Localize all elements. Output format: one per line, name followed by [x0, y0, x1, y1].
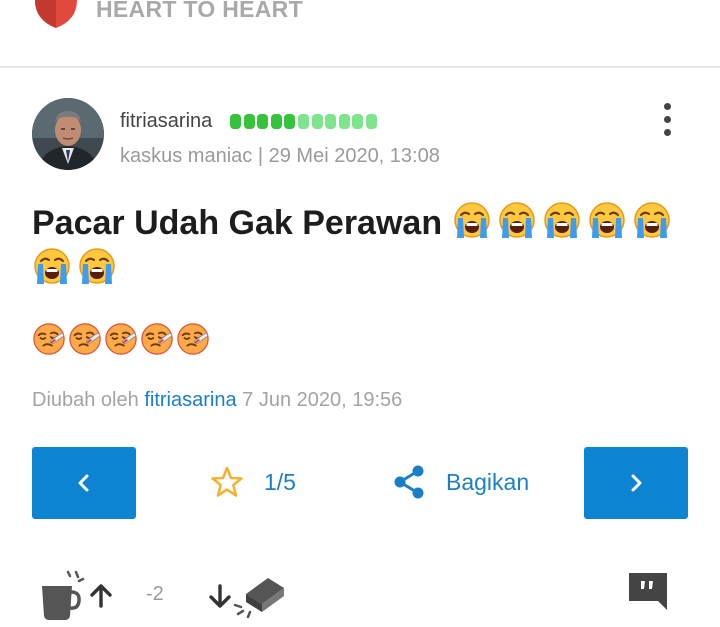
- thermometer-face-emoji: [68, 322, 102, 356]
- meta-separator: |: [257, 145, 264, 167]
- crying-face-emoji: [542, 200, 582, 240]
- cendol-cup-icon[interactable]: [38, 570, 86, 622]
- heart-shield-icon[interactable]: [33, 0, 79, 28]
- reputation-segment: [311, 114, 323, 129]
- edited-note: Diubah oleh fitriasarina 7 Jun 2020, 19:…: [32, 389, 402, 412]
- reputation-segment: [257, 114, 269, 129]
- post-body-emoji: [32, 322, 210, 356]
- crying-face-emoji: [632, 200, 672, 240]
- crying-face-emoji: [497, 200, 537, 240]
- post-title-text: Pacar Udah Gak Perawan: [32, 204, 443, 242]
- crying-face-emoji: [452, 200, 492, 240]
- star-icon: [211, 466, 243, 497]
- more-vert-icon[interactable]: [656, 100, 680, 140]
- bata-brick-icon[interactable]: [232, 572, 288, 622]
- chevron-left-icon: [78, 474, 89, 492]
- edited-prefix: Diubah oleh: [32, 389, 139, 411]
- next-post-button[interactable]: [584, 447, 688, 519]
- post-meta: kaskus maniac | 29 Mei 2020, 13:08: [120, 145, 440, 168]
- reputation-segment: [297, 114, 309, 129]
- reputation-segment: [365, 114, 377, 129]
- reputation-bar: [230, 114, 377, 130]
- share-label: Bagikan: [446, 468, 530, 495]
- crying-face-emoji: [587, 200, 627, 240]
- upvote-arrow-icon[interactable]: [88, 582, 114, 608]
- reputation-segment: [284, 114, 296, 129]
- app-header: HEART TO HEART: [0, 0, 720, 68]
- reputation-segment: [352, 114, 364, 129]
- page-count: 1/5: [264, 468, 296, 495]
- reputation-segment: [338, 114, 350, 129]
- thermometer-face-emoji: [32, 322, 66, 356]
- post-date: 29 Mei 2020, 13:08: [268, 145, 440, 167]
- author-rank: kaskus maniac: [120, 145, 253, 167]
- crying-face-emoji: [77, 246, 117, 286]
- quote-icon[interactable]: [627, 571, 669, 611]
- author-avatar[interactable]: [32, 98, 104, 170]
- thermometer-face-emoji: [140, 322, 174, 356]
- page-indicator[interactable]: 1/5: [210, 462, 296, 502]
- reputation-segment: [325, 114, 337, 129]
- vote-score: -2: [146, 583, 164, 605]
- author-username[interactable]: fitriasarina: [120, 110, 212, 133]
- reputation-segment: [270, 114, 282, 129]
- post-title: Pacar Udah Gak Perawan: [32, 200, 692, 292]
- thermometer-face-emoji: [104, 322, 138, 356]
- crying-face-emoji: [32, 246, 72, 286]
- share-button[interactable]: Bagikan: [392, 462, 529, 502]
- reputation-segment: [230, 114, 241, 129]
- edited-date: 7 Jun 2020, 19:56: [242, 389, 403, 411]
- prev-post-button[interactable]: [32, 447, 136, 519]
- thermometer-face-emoji: [176, 322, 210, 356]
- editor-link[interactable]: fitriasarina: [144, 389, 236, 411]
- brand-name[interactable]: HEART TO HEART: [96, 0, 303, 23]
- downvote-arrow-icon[interactable]: [207, 584, 233, 610]
- chevron-right-icon: [631, 474, 642, 492]
- share-icon: [394, 465, 424, 499]
- reputation-segment: [243, 114, 255, 129]
